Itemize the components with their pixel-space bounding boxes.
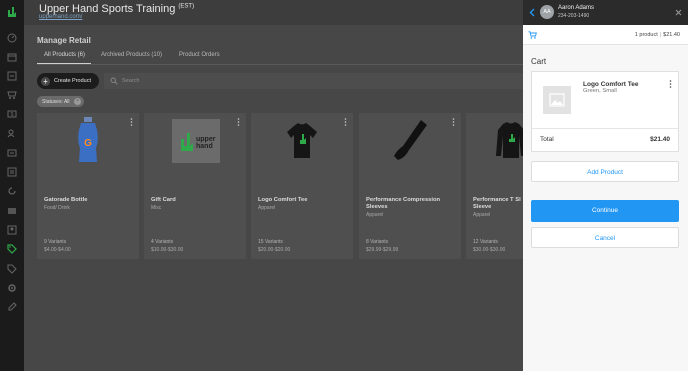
- tab-all-products[interactable]: All Products (6): [44, 52, 85, 58]
- summary-separator: |: [659, 32, 662, 38]
- total-label: Total: [540, 136, 554, 143]
- drawer-header: AA Aaron Adams 234-203-1490: [523, 0, 688, 25]
- customer-name: Aaron Adams: [558, 5, 595, 11]
- close-icon[interactable]: [675, 9, 682, 16]
- svg-text:$: $: [11, 112, 14, 118]
- cart-summary: 1 product | $21.40: [635, 32, 680, 38]
- compression-sleeve-image: [394, 120, 427, 160]
- product-variants: 9 Variants: [44, 239, 67, 245]
- page-title: Manage Retail: [37, 36, 91, 45]
- messages-icon[interactable]: [7, 148, 17, 158]
- cart-summary-total: $21.40: [663, 32, 680, 38]
- events-icon[interactable]: [7, 71, 17, 81]
- clear-filter-icon[interactable]: ×: [74, 98, 81, 105]
- product-price: $30.00-$30.00: [473, 247, 506, 253]
- product-category: Food/ Drink: [44, 205, 70, 211]
- nav-rail: $: [0, 0, 24, 371]
- more-options-icon[interactable]: [130, 118, 133, 126]
- settings-gear-icon[interactable]: [7, 283, 17, 293]
- cart-product-count: 1 product: [634, 32, 658, 38]
- product-price: $10.00-$30.00: [151, 247, 184, 253]
- svg-text:upper: upper: [196, 136, 216, 143]
- search-icon: [110, 77, 118, 85]
- product-variants: 4 Variants: [151, 239, 174, 245]
- gatorade-bottle-image: G: [78, 117, 98, 162]
- search-placeholder: Search: [122, 78, 140, 84]
- cart-title: Cart: [531, 57, 547, 66]
- retail-tag-icon[interactable]: [7, 244, 17, 254]
- product-category: Apparel: [258, 205, 276, 211]
- business-url-link[interactable]: upperhand.com/: [39, 14, 82, 20]
- product-name: Gift Card: [151, 197, 176, 203]
- coupons-icon[interactable]: [7, 264, 17, 274]
- more-options-icon[interactable]: [344, 118, 347, 126]
- edit-icon[interactable]: [7, 302, 17, 312]
- product-category: Apparel: [366, 212, 384, 218]
- contacts-icon[interactable]: [7, 225, 17, 235]
- customer-phone: 234-203-1490: [558, 13, 590, 19]
- image-placeholder-icon: [543, 86, 571, 114]
- app-logo-icon[interactable]: [5, 4, 19, 18]
- product-price: $29.99-$29.99: [366, 247, 399, 253]
- cart-item-card: Logo Comfort Tee Green, Small Total $21.…: [531, 71, 679, 152]
- product-card[interactable]: G Gatorade Bottle Food/ Drink 9 Variants…: [37, 113, 139, 259]
- product-category: Misc: [151, 205, 162, 211]
- avatar: AA: [540, 5, 554, 19]
- product-price: $4.00-$4.00: [44, 247, 71, 253]
- product-variants: 8 Variants: [366, 239, 389, 245]
- product-category: Apparel: [473, 212, 491, 218]
- back-chevron-icon[interactable]: [529, 8, 535, 17]
- create-product-button[interactable]: + Create Product: [37, 73, 99, 89]
- status-filter-chip[interactable]: Statuses: All ×: [37, 96, 84, 107]
- tabs-divider: [37, 64, 523, 65]
- tab-archived-products[interactable]: Archived Products (10): [101, 52, 162, 58]
- product-name: Performance Compression Sleeves: [366, 197, 441, 210]
- product-card[interactable]: Logo Comfort Tee Apparel 15 Variants $20…: [251, 113, 353, 259]
- product-card[interactable]: Performance T Sl Sleeve Apparel 12 Varia…: [466, 113, 526, 259]
- product-variants: 15 Variants: [258, 239, 283, 245]
- search-input[interactable]: Search: [104, 73, 523, 89]
- calendar-icon[interactable]: [7, 52, 17, 62]
- product-price: $20.00-$20.00: [258, 247, 291, 253]
- gift-card-logo-image: upper hand: [172, 119, 220, 163]
- point-of-sale-icon[interactable]: [7, 90, 17, 100]
- clients-icon[interactable]: [7, 128, 17, 138]
- product-card[interactable]: upper hand Gift Card Misc 4 Variants $10…: [144, 113, 246, 259]
- cart-divider: [532, 128, 678, 129]
- product-variants: 12 Variants: [473, 239, 498, 245]
- cart-item-variant: Green, Small: [583, 88, 617, 94]
- main-content: Manage Retail All Products (6) Archived …: [24, 25, 526, 371]
- product-card[interactable]: Performance Compression Sleeves Apparel …: [359, 113, 461, 259]
- timezone-label: (EST): [178, 3, 195, 10]
- product-name: Logo Comfort Tee: [258, 197, 308, 203]
- cancel-button[interactable]: Cancel: [531, 227, 679, 248]
- add-product-button[interactable]: Add Product: [531, 161, 679, 182]
- cart-summary-bar: 1 product | $21.40: [523, 25, 688, 45]
- total-value: $21.40: [650, 136, 670, 143]
- more-options-icon[interactable]: [669, 80, 672, 88]
- svg-text:hand: hand: [196, 143, 213, 150]
- product-name: Performance T Sl Sleeve: [473, 197, 521, 210]
- create-product-label: Create Product: [54, 78, 91, 84]
- plus-icon: +: [41, 76, 50, 86]
- status-filter-label: Statuses: All: [42, 98, 70, 105]
- more-options-icon[interactable]: [237, 118, 240, 126]
- tab-product-orders[interactable]: Product Orders: [179, 52, 220, 58]
- continue-button[interactable]: Continue: [531, 200, 679, 222]
- tee-shirt-image: [287, 123, 317, 158]
- cart-item-name: Logo Comfort Tee: [583, 81, 639, 88]
- svg-text:G: G: [84, 138, 92, 149]
- marketing-icon[interactable]: [7, 206, 17, 216]
- shopping-cart-icon[interactable]: [528, 31, 537, 39]
- product-name: Gatorade Bottle: [44, 197, 88, 203]
- dashboard-icon[interactable]: [7, 33, 17, 43]
- payments-icon[interactable]: $: [7, 109, 17, 119]
- more-options-icon[interactable]: [452, 118, 455, 126]
- checkout-drawer: AA Aaron Adams 234-203-1490 1 product | $2…: [523, 0, 688, 371]
- refresh-icon[interactable]: [7, 186, 17, 196]
- reports-icon[interactable]: [7, 167, 17, 177]
